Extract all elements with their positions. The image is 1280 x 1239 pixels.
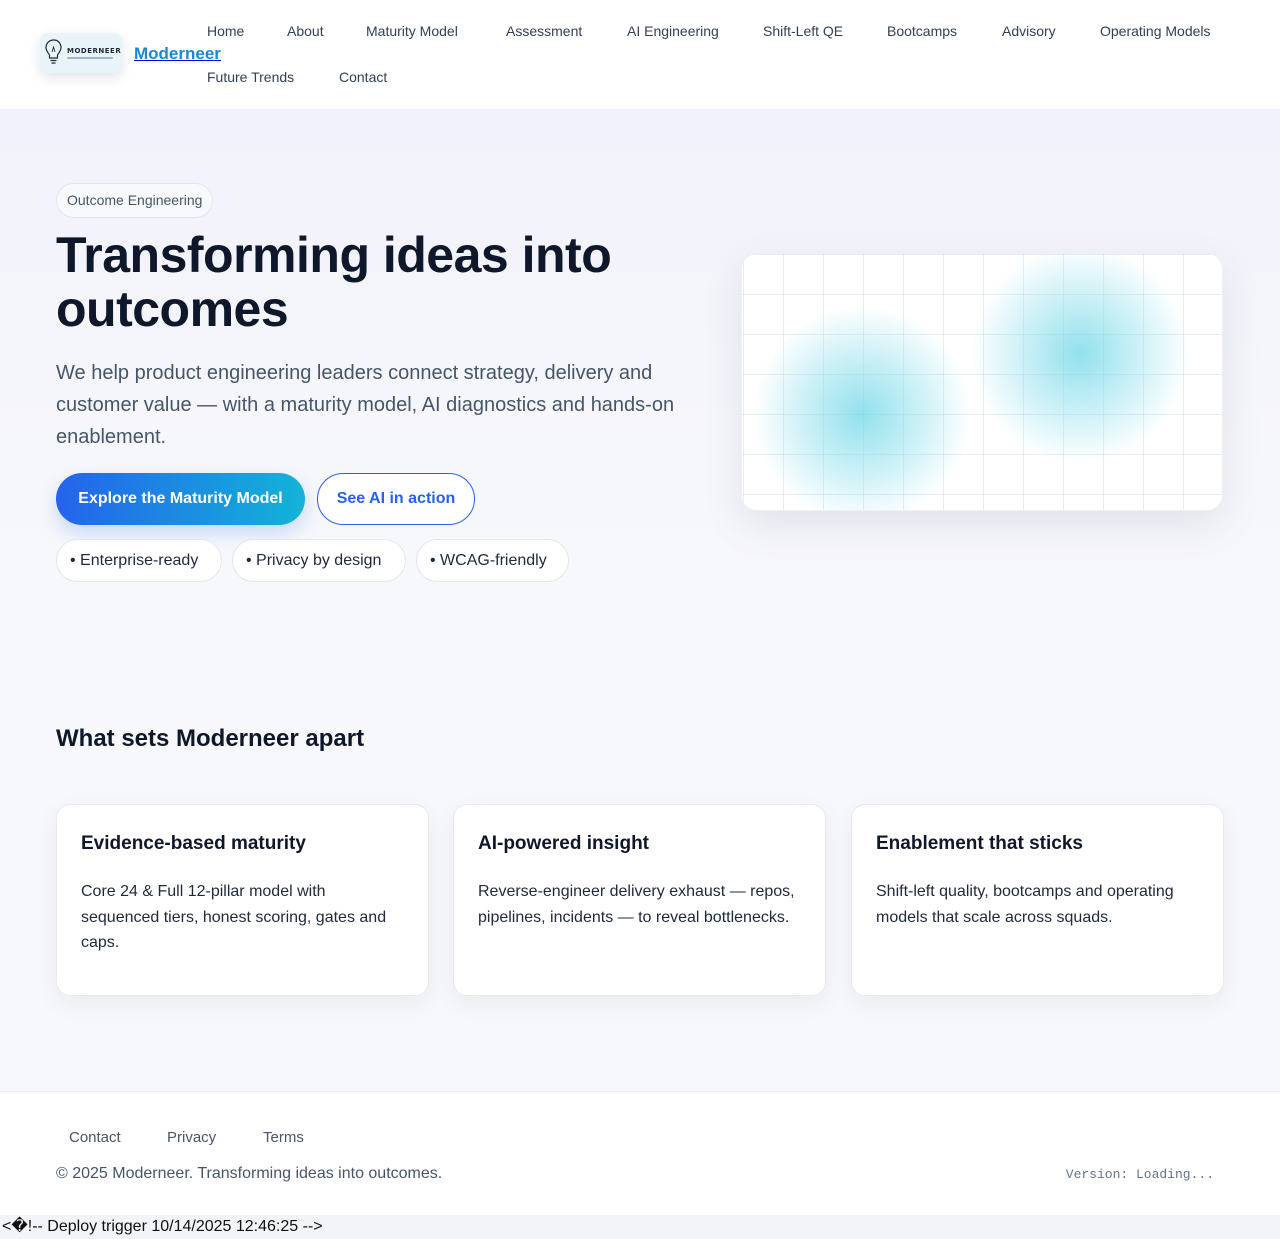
chip-enterprise-ready: • Enterprise-ready: [56, 539, 222, 582]
features-title: What sets Moderneer apart: [56, 725, 365, 752]
illustration-blob-right: [970, 254, 1190, 464]
brand-link[interactable]: MODERNEER Moderneer: [40, 33, 221, 73]
feature-card-title: AI-powered insight: [478, 833, 649, 854]
deploy-trigger-text: <�!-- Deploy trigger 10/14/2025 12:46:25…: [0, 1215, 1280, 1239]
chip-wcag-friendly: • WCAG-friendly: [416, 539, 569, 582]
feature-card-evidence: Evidence-based maturity Core 24 & Full 1…: [56, 804, 429, 996]
hero-subtitle: We help product engineering leaders conn…: [56, 362, 675, 448]
nav-assessment[interactable]: Assessment: [506, 23, 582, 39]
copyright-text: © 2025 Moderneer. Transforming ideas int…: [56, 1165, 443, 1182]
feature-card-enablement: Enablement that sticks Shift-left qualit…: [851, 804, 1224, 996]
footer-link-terms[interactable]: Terms: [263, 1129, 304, 1146]
hero-title: Transforming ideas into outcomes: [56, 227, 612, 337]
nav-ai-engineering[interactable]: AI Engineering: [627, 23, 719, 39]
logo-text: MODERNEER: [67, 47, 122, 55]
nav-bootcamps[interactable]: Bootcamps: [887, 23, 957, 39]
brand-name: Moderneer: [134, 44, 221, 63]
lightbulb-icon: [45, 39, 62, 64]
logo: MODERNEER: [40, 33, 122, 73]
nav-contact[interactable]: Contact: [339, 69, 387, 85]
footer-link-contact[interactable]: Contact: [69, 1129, 121, 1146]
footer-link-privacy[interactable]: Privacy: [167, 1129, 216, 1146]
hero-illustration: [741, 253, 1223, 511]
nav-operating-models[interactable]: Operating Models: [1100, 23, 1211, 39]
logo-tagline-line: [67, 57, 113, 59]
illustration-blob-left: [752, 304, 972, 510]
site-footer: Contact Privacy Terms © 2025 Moderneer. …: [0, 1091, 1280, 1215]
explore-maturity-model-button[interactable]: Explore the Maturity Model: [56, 473, 305, 525]
feature-card-text: Shift-left quality, bootcamps and operat…: [876, 883, 1174, 926]
chip-privacy-by-design: • Privacy by design: [232, 539, 406, 582]
nav-advisory[interactable]: Advisory: [1002, 23, 1056, 39]
see-ai-in-action-button[interactable]: See AI in action: [317, 473, 475, 525]
feature-card-ai-insight: AI-powered insight Reverse-engineer deli…: [453, 804, 826, 996]
feature-card-text: Core 24 & Full 12-pillar model with sequ…: [81, 883, 387, 951]
nav-maturity-model[interactable]: Maturity Model: [366, 23, 458, 39]
site-header: MODERNEER Moderneer Home About Maturity …: [0, 0, 1280, 110]
nav-shift-left-qe[interactable]: Shift-Left QE: [763, 23, 843, 39]
version-label: Version: Loading...: [1065, 1167, 1214, 1182]
feature-card-title: Enablement that sticks: [876, 833, 1083, 854]
nav-about[interactable]: About: [287, 23, 324, 39]
hero-eyebrow: Outcome Engineering: [56, 183, 214, 218]
nav-future-trends[interactable]: Future Trends: [207, 69, 294, 85]
feature-card-text: Reverse-engineer delivery exhaust — repo…: [478, 883, 795, 926]
feature-card-title: Evidence-based maturity: [81, 833, 306, 854]
nav-home[interactable]: Home: [207, 23, 244, 39]
